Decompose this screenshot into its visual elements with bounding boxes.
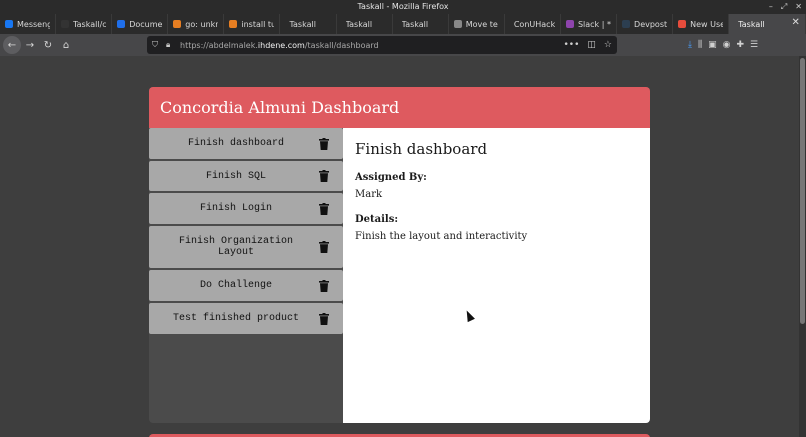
tab-label: install tu: [241, 19, 275, 29]
task-detail-panel: Finish dashboard Assigned By: Mark Detai…: [343, 128, 650, 423]
task-item[interactable]: Test finished product: [149, 303, 343, 334]
window-titlebar: Taskall - Mozilla Firefox – ⤢ ✕: [0, 0, 806, 14]
assigned-by-label: Assigned By:: [355, 172, 427, 183]
tab-favicon-icon: [453, 20, 462, 28]
browser-tab[interactable]: Taskall ✕: [729, 14, 806, 34]
tab-favicon-icon: [622, 20, 631, 28]
minimize-icon[interactable]: –: [769, 0, 773, 14]
window-title: Taskall - Mozilla Firefox: [357, 2, 449, 11]
tab-favicon-icon: [5, 20, 13, 28]
trash-icon[interactable]: [319, 241, 329, 253]
task-detail-title: Finish dashboard: [355, 140, 488, 158]
task-item[interactable]: Finish SQL: [149, 161, 343, 191]
page-content: Concordia Almuni Dashboard Finish dashbo…: [0, 56, 799, 437]
browser-tab[interactable]: Document: [112, 14, 169, 34]
tab-close-icon[interactable]: ✕: [792, 17, 800, 28]
scrollbar-thumb[interactable]: [800, 58, 805, 324]
tab-label: Devpost: [634, 19, 668, 29]
tab-label: New Use: [690, 19, 724, 29]
details-label: Details:: [355, 214, 399, 225]
trash-icon[interactable]: [319, 312, 329, 325]
tab-label: Slack | *: [577, 19, 611, 29]
tab-label: Taskall: [289, 19, 316, 29]
dashboard-card: Concordia Almuni Dashboard Finish dashbo…: [149, 87, 650, 423]
tab-favicon-icon: [678, 20, 687, 28]
page-actions-icon[interactable]: •••: [563, 40, 579, 50]
tab-label: Taskall: [401, 19, 429, 29]
task-label: Do Challenge: [199, 280, 272, 291]
details-value: Finish the layout and interactivity: [355, 231, 528, 242]
browser-tab[interactable]: Slack | *: [561, 14, 618, 34]
navigation-bar: ← → ↻ ⌂ ⛉ 🔒︎ https://abdelmalek.ihdene.c…: [0, 34, 806, 56]
pocket-icon[interactable]: ◫: [587, 40, 596, 50]
window-controls: – ⤢ ✕: [769, 0, 802, 14]
tab-label: Taskall/c: [73, 19, 107, 29]
task-item[interactable]: Finish Organization Layout: [149, 226, 343, 268]
tab-favicon-icon: [565, 20, 574, 28]
browser-tab[interactable]: Move te: [449, 14, 505, 34]
task-label: Test finished product: [172, 313, 300, 324]
downloads-icon[interactable]: ⤓: [688, 40, 692, 50]
tab-label: Taskall: [738, 19, 765, 29]
menu-icon[interactable]: ☰: [750, 40, 758, 50]
back-icon[interactable]: ←: [3, 36, 21, 54]
browser-tab[interactable]: Taskall/c: [56, 14, 113, 34]
browser-tab[interactable]: Taskall: [393, 14, 449, 34]
toolbar-icons: ⤓ ⫼ ▣ ◉ ✚ ☰: [688, 36, 758, 54]
browser-tab[interactable]: ConUHacks: [505, 14, 561, 34]
trash-icon[interactable]: [319, 202, 329, 215]
tab-strip: Messenger Taskall/c Document go: unkn instal…: [0, 14, 806, 34]
dashboard-title: Concordia Almuni Dashboard: [149, 87, 650, 128]
task-label: Finish Login: [199, 203, 272, 214]
home-icon[interactable]: ⌂: [57, 36, 75, 54]
tab-favicon-icon: [61, 20, 70, 28]
tab-favicon-icon: [229, 20, 238, 28]
account-icon[interactable]: ◉: [723, 40, 731, 50]
tab-label: Document: [129, 19, 163, 29]
task-list: Finish dashboard Finish SQL Finish Login Fi…: [149, 128, 343, 336]
browser-tab[interactable]: install tu: [224, 14, 281, 34]
library-icon[interactable]: ⫼: [698, 40, 702, 50]
tab-label: ConUHacks: [513, 19, 555, 29]
browser-tab[interactable]: Devpost: [617, 14, 674, 34]
tab-label: Move te: [465, 19, 498, 29]
lock-icon[interactable]: 🔒︎: [166, 40, 176, 50]
reload-icon[interactable]: ↻: [39, 36, 57, 54]
trash-icon[interactable]: [319, 170, 329, 182]
restore-icon[interactable]: ⤢: [781, 0, 787, 14]
page-scrollbar[interactable]: [799, 56, 806, 437]
tab-label: Messenger: [17, 19, 50, 29]
browser-tab[interactable]: Taskall: [280, 14, 337, 34]
browser-tab[interactable]: Messenger: [0, 14, 57, 34]
trash-icon[interactable]: [319, 279, 329, 292]
task-item[interactable]: Finish Login: [149, 193, 343, 224]
browser-tab[interactable]: go: unkn: [168, 14, 225, 34]
assigned-by-value: Mark: [355, 189, 383, 200]
tab-favicon-icon: [117, 20, 126, 28]
url-text[interactable]: https://abdelmalek.ihdene.com/taskall/da…: [180, 41, 379, 50]
url-bar[interactable]: ⛉ 🔒︎ https://abdelmalek.ihdene.com/taska…: [147, 36, 617, 54]
browser-tab[interactable]: New Use: [673, 14, 730, 34]
forward-icon[interactable]: →: [21, 36, 39, 54]
tab-label: Taskall: [345, 19, 373, 29]
bookmark-star-icon[interactable]: ☆: [604, 40, 612, 50]
close-window-icon[interactable]: ✕: [795, 0, 802, 14]
task-item[interactable]: Finish dashboard: [149, 128, 343, 159]
url-actions: ••• ◫ ☆: [563, 36, 612, 54]
sidebar-icon[interactable]: ▣: [708, 40, 717, 50]
trash-icon[interactable]: [319, 137, 329, 150]
task-label: Finish Organization Layout: [178, 236, 294, 258]
task-label: Finish SQL: [205, 170, 266, 182]
extensions-icon[interactable]: ✚: [737, 40, 745, 50]
browser-tab[interactable]: Taskall: [337, 14, 393, 34]
task-item[interactable]: Do Challenge: [149, 270, 343, 301]
tab-label: go: unkn: [185, 19, 219, 29]
tab-favicon-icon: [173, 20, 182, 28]
shield-icon[interactable]: ⛉: [152, 40, 162, 50]
task-label: Finish dashboard: [187, 138, 284, 149]
